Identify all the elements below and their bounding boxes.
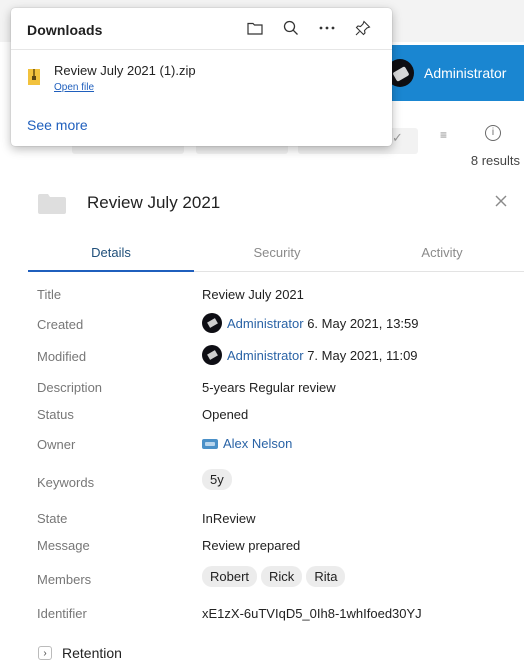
field-value-state: InReview — [202, 511, 256, 526]
search-icon[interactable] — [282, 19, 300, 37]
downloads-actions — [246, 19, 372, 37]
field-label: Title — [37, 287, 62, 302]
folder-icon — [38, 194, 66, 214]
results-count: 8 results — [470, 153, 520, 168]
open-file-link[interactable]: Open file — [54, 82, 94, 93]
field-value-created: Administrator 6. May 2021, 13:59 — [202, 313, 419, 333]
field-value-identifier: xE1zX-6uTVIqD5_0Ih8-1whIfoed30YJ — [202, 606, 422, 621]
field-value-status: Opened — [202, 407, 249, 422]
retention-expander[interactable]: › Retention — [38, 645, 122, 661]
field-value-members: Robert Rick Rita — [202, 566, 349, 587]
retention-label: Retention — [62, 645, 122, 661]
download-item[interactable]: Review July 2021 (1).zip Open file — [26, 60, 376, 102]
user-link[interactable]: Administrator — [227, 348, 304, 363]
avatar — [202, 345, 222, 365]
field-value-description: 5-years Regular review — [202, 380, 336, 395]
panel-header: Review July 2021 — [38, 189, 524, 219]
field-label: Identifier — [37, 606, 87, 621]
close-icon[interactable] — [494, 194, 510, 210]
tab-security[interactable]: Security — [194, 236, 360, 272]
user-card-icon — [202, 438, 218, 449]
downloads-title: Downloads — [27, 22, 103, 38]
field-label: Members — [37, 572, 92, 587]
download-filename: Review July 2021 (1).zip — [54, 63, 196, 78]
panel-tabs: Details Security Activity — [28, 236, 524, 274]
field-value-message: Review prepared — [202, 538, 301, 553]
zip-file-icon — [28, 69, 40, 85]
tab-details[interactable]: Details — [28, 236, 194, 272]
tab-activity[interactable]: Activity — [360, 236, 524, 272]
field-label: Modified — [37, 349, 87, 364]
field-label: State — [37, 511, 68, 526]
chevron-right-icon: › — [38, 646, 52, 660]
field-value-keywords: 5y — [202, 469, 236, 490]
modified-date: 7. May 2021, 11:09 — [307, 347, 418, 363]
field-value-owner: Alex Nelson — [202, 436, 292, 451]
pin-icon[interactable] — [354, 19, 372, 37]
user-menu-button[interactable]: Administrator — [378, 45, 524, 101]
user-link[interactable]: Administrator — [227, 316, 304, 331]
field-label: Status — [37, 407, 74, 422]
owner-link[interactable]: Alex Nelson — [223, 436, 292, 451]
field-label: Keywords — [37, 475, 95, 490]
member-chip[interactable]: Robert — [202, 566, 258, 587]
downloads-divider — [11, 49, 392, 50]
user-name: Administrator — [424, 65, 507, 81]
field-value-title: Review July 2021 — [202, 287, 304, 302]
member-chip[interactable]: Rita — [306, 566, 346, 587]
avatar — [202, 313, 222, 333]
info-icon[interactable]: i — [485, 125, 501, 141]
field-label: Message — [37, 538, 90, 553]
check-icon[interactable]: ✓ — [392, 130, 408, 146]
active-tab-indicator — [28, 270, 194, 272]
member-chip[interactable]: Rick — [261, 566, 303, 587]
list-view-icon[interactable]: ≡ — [440, 128, 458, 144]
field-label: Created — [37, 317, 84, 332]
field-label: Description — [37, 380, 103, 395]
see-more-link[interactable]: See more — [27, 117, 88, 133]
keyword-chip[interactable]: 5y — [202, 469, 232, 490]
field-label: Owner — [37, 437, 76, 452]
panel-title: Review July 2021 — [87, 193, 221, 212]
field-value-modified: Administrator 7. May 2021, 11:09 — [202, 345, 418, 365]
created-date: 6. May 2021, 13:59 — [307, 315, 419, 331]
downloads-popup: Downloads Review July 2021 (1).zip Open … — [11, 8, 392, 146]
folder-icon[interactable] — [246, 19, 264, 37]
more-icon[interactable] — [318, 19, 336, 37]
